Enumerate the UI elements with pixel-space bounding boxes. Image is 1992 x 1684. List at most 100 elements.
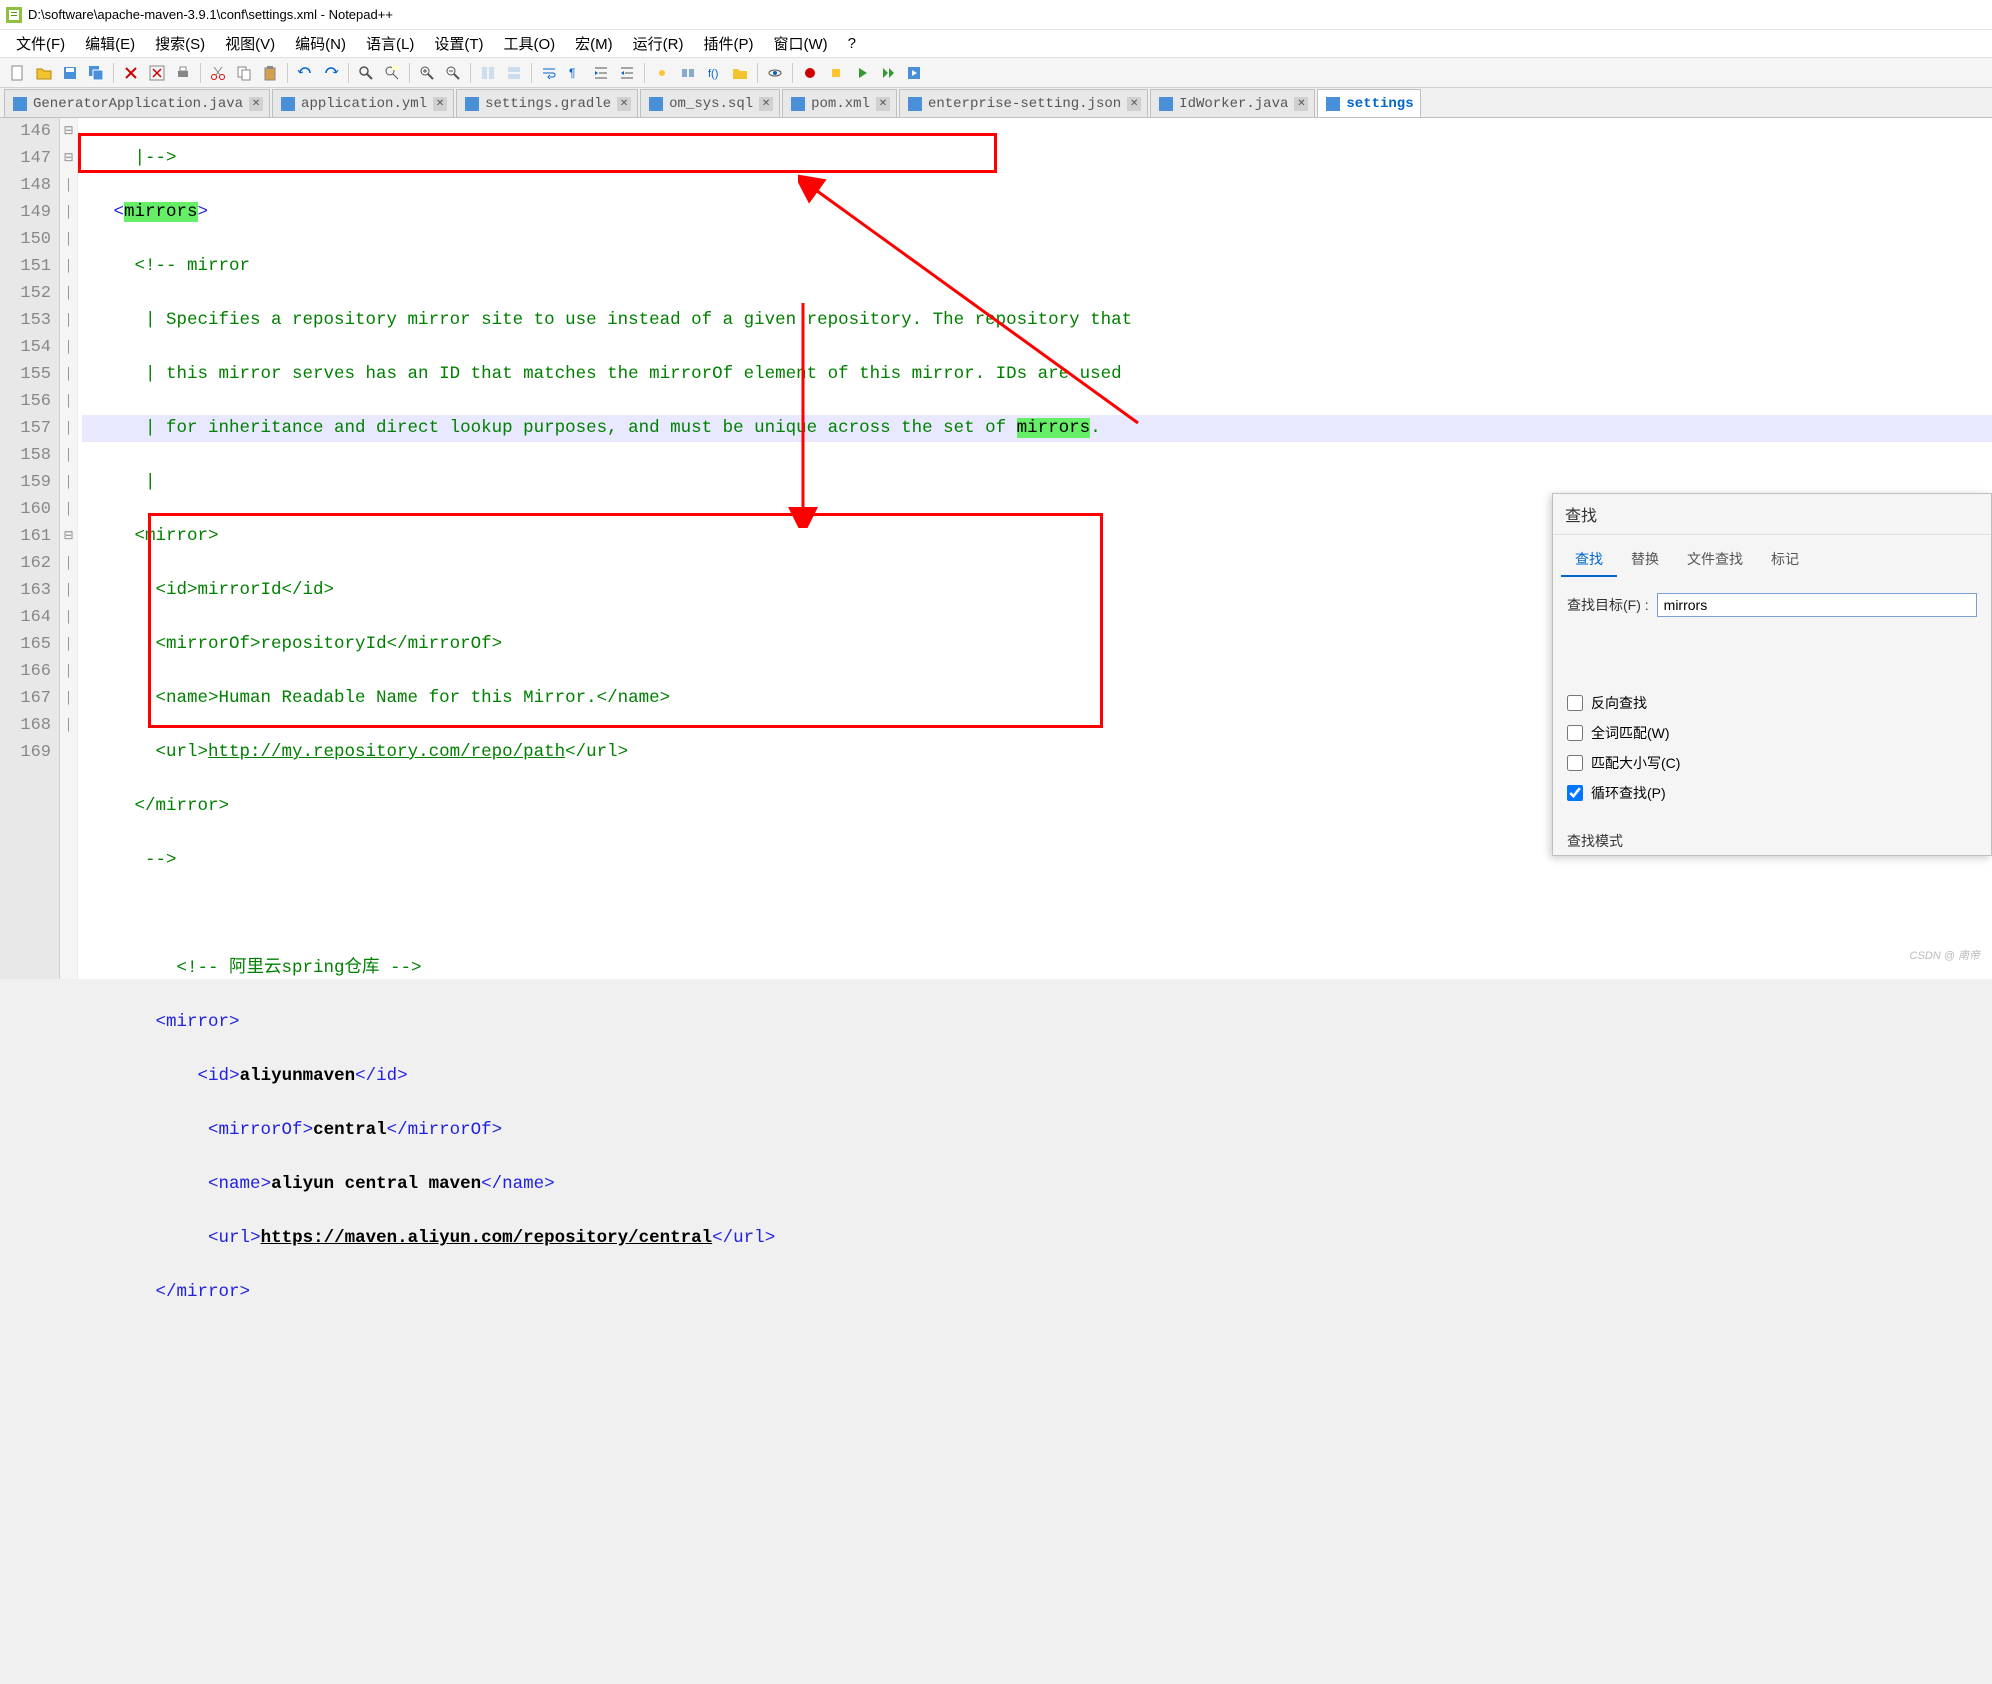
find-tab-replace[interactable]: 替换 <box>1617 543 1673 577</box>
file-icon <box>908 97 922 111</box>
file-icon <box>13 97 27 111</box>
folder-icon[interactable] <box>728 61 752 85</box>
tab-close-icon[interactable]: ✕ <box>1127 97 1141 111</box>
tab-close-icon[interactable]: ✕ <box>759 97 773 111</box>
savemacro-icon[interactable] <box>902 61 926 85</box>
find-target-input[interactable] <box>1657 593 1977 617</box>
replace-icon[interactable] <box>380 61 404 85</box>
menu-tools[interactable]: 工具(O) <box>495 30 563 57</box>
tab-settings-xml[interactable]: settings <box>1317 89 1420 117</box>
find-matchcase-check[interactable]: 匹配大小写(C) <box>1567 753 1977 773</box>
find-wholeword-check[interactable]: 全词匹配(W) <box>1567 723 1977 743</box>
menu-search[interactable]: 搜索(S) <box>147 30 213 57</box>
outdent-icon[interactable] <box>615 61 639 85</box>
undo-icon[interactable] <box>293 61 317 85</box>
find-wrap-check[interactable]: 循环查找(P) <box>1567 783 1977 803</box>
new-file-icon[interactable] <box>6 61 30 85</box>
monitor-icon[interactable] <box>763 61 787 85</box>
toolbar: ¶ f() <box>0 58 1992 88</box>
cut-icon[interactable] <box>206 61 230 85</box>
toolbar-sep <box>644 63 645 83</box>
open-file-icon[interactable] <box>32 61 56 85</box>
record-icon[interactable] <box>798 61 822 85</box>
toolbar-sep <box>531 63 532 83</box>
line-number-gutter: 1461471481491501511521531541551561571581… <box>0 118 60 979</box>
tab-close-icon[interactable]: ✕ <box>876 97 890 111</box>
file-icon <box>791 97 805 111</box>
tab-close-icon[interactable]: ✕ <box>617 97 631 111</box>
find-target-label: 查找目标(F) : <box>1567 595 1649 615</box>
indent-icon[interactable] <box>589 61 613 85</box>
find-tab-find[interactable]: 查找 <box>1561 543 1617 577</box>
toolbar-sep <box>792 63 793 83</box>
allchars-icon[interactable]: ¶ <box>563 61 587 85</box>
sync-v-icon[interactable] <box>476 61 500 85</box>
watermark: CSDN @ 南帝 <box>1910 947 1980 963</box>
menu-window[interactable]: 窗口(W) <box>765 30 835 57</box>
saveall-icon[interactable] <box>84 61 108 85</box>
zoomin-icon[interactable] <box>415 61 439 85</box>
stop-icon[interactable] <box>824 61 848 85</box>
menu-view[interactable]: 视图(V) <box>217 30 283 57</box>
find-dialog[interactable]: 查找 查找 替换 文件查找 标记 查找目标(F) : 反向查找 全词匹配(W) … <box>1552 493 1992 856</box>
redo-icon[interactable] <box>319 61 343 85</box>
tool-icon[interactable] <box>676 61 700 85</box>
toolbar-sep <box>470 63 471 83</box>
find-tabs: 查找 替换 文件查找 标记 <box>1553 535 1991 577</box>
menu-macro[interactable]: 宏(M) <box>567 30 621 57</box>
playmulti-icon[interactable] <box>876 61 900 85</box>
zoomout-icon[interactable] <box>441 61 465 85</box>
tool-icon[interactable] <box>650 61 674 85</box>
window-title: D:\software\apache-maven-3.9.1\conf\sett… <box>28 7 393 22</box>
wordwrap-icon[interactable] <box>537 61 561 85</box>
print-icon[interactable] <box>171 61 195 85</box>
tab-settings-gradle[interactable]: settings.gradle✕ <box>456 89 638 117</box>
find-dialog-title: 查找 <box>1553 494 1991 535</box>
menu-settings[interactable]: 设置(T) <box>426 30 491 57</box>
file-icon <box>1159 97 1173 111</box>
find-tab-findfiles[interactable]: 文件查找 <box>1673 543 1757 577</box>
toolbar-sep <box>200 63 201 83</box>
tab-close-icon[interactable]: ✕ <box>249 97 263 111</box>
sync-h-icon[interactable] <box>502 61 526 85</box>
editor[interactable]: 1461471481491501511521531541551561571581… <box>0 118 1992 979</box>
closeall-icon[interactable] <box>145 61 169 85</box>
toolbar-sep <box>348 63 349 83</box>
tab-close-icon[interactable]: ✕ <box>433 97 447 111</box>
tab-enterprise-setting[interactable]: enterprise-setting.json✕ <box>899 89 1148 117</box>
tab-close-icon[interactable]: ✕ <box>1294 97 1308 111</box>
tab-generator[interactable]: GeneratorApplication.java✕ <box>4 89 270 117</box>
menu-plugins[interactable]: 插件(P) <box>695 30 761 57</box>
menu-language[interactable]: 语言(L) <box>358 30 422 57</box>
tab-om-sys-sql[interactable]: om_sys.sql✕ <box>640 89 780 117</box>
copy-icon[interactable] <box>232 61 256 85</box>
paste-icon[interactable] <box>258 61 282 85</box>
menu-help[interactable]: ? <box>840 32 864 55</box>
save-icon[interactable] <box>58 61 82 85</box>
menu-edit[interactable]: 编辑(E) <box>77 30 143 57</box>
app-icon <box>6 7 22 23</box>
find-mode-label: 查找模式 <box>1553 823 1991 855</box>
file-icon <box>649 97 663 111</box>
close-icon[interactable] <box>119 61 143 85</box>
tab-pom-xml[interactable]: pom.xml✕ <box>782 89 897 117</box>
play-icon[interactable] <box>850 61 874 85</box>
tab-idworker[interactable]: IdWorker.java✕ <box>1150 89 1315 117</box>
toolbar-sep <box>287 63 288 83</box>
menu-run[interactable]: 运行(R) <box>625 30 692 57</box>
find-reverse-check[interactable]: 反向查找 <box>1567 693 1977 713</box>
svg-text:f(): f() <box>708 68 718 80</box>
find-tab-mark[interactable]: 标记 <box>1757 543 1813 577</box>
file-icon <box>281 97 295 111</box>
fold-column[interactable]: ⊟⊟│││││││││││││⊟│││││││ <box>60 118 78 979</box>
titlebar: D:\software\apache-maven-3.9.1\conf\sett… <box>0 0 1992 30</box>
file-icon <box>465 97 479 111</box>
tab-application-yml[interactable]: application.yml✕ <box>272 89 454 117</box>
menubar: 文件(F) 编辑(E) 搜索(S) 视图(V) 编码(N) 语言(L) 设置(T… <box>0 30 1992 58</box>
menu-file[interactable]: 文件(F) <box>8 30 73 57</box>
menu-encoding[interactable]: 编码(N) <box>287 30 354 57</box>
find-icon[interactable] <box>354 61 378 85</box>
toolbar-sep <box>409 63 410 83</box>
svg-text:¶: ¶ <box>569 66 575 80</box>
funclist-icon[interactable]: f() <box>702 61 726 85</box>
